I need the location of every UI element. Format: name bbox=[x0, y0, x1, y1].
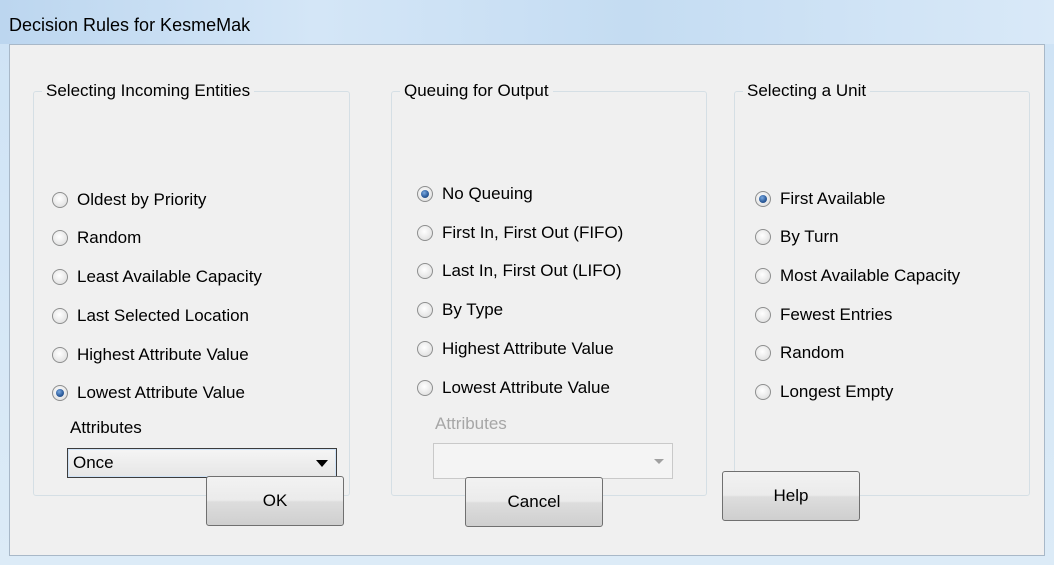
radio-by-turn[interactable]: By Turn bbox=[755, 225, 839, 249]
radio-no-queuing[interactable]: No Queuing bbox=[417, 182, 533, 206]
radio-label: Fewest Entries bbox=[780, 305, 893, 324]
help-button[interactable]: Help bbox=[722, 471, 860, 521]
radio-button[interactable] bbox=[755, 229, 771, 245]
radio-button[interactable] bbox=[755, 384, 771, 400]
radio-button[interactable] bbox=[52, 385, 68, 401]
radio-label: First Available bbox=[780, 189, 886, 208]
attributes-dropdown-value: Once bbox=[73, 453, 114, 472]
radio-button[interactable] bbox=[52, 192, 68, 208]
radio-label: Last In, First Out (LIFO) bbox=[442, 261, 622, 280]
attributes-label: Attributes bbox=[70, 418, 142, 437]
queuing-for-output-group: Queuing for Output No Queuing First In, … bbox=[391, 80, 707, 496]
queue-attributes-label: Attributes bbox=[435, 414, 507, 433]
radio-label: Highest Attribute Value bbox=[77, 345, 249, 364]
radio-button[interactable] bbox=[417, 302, 433, 318]
radio-fifo[interactable]: First In, First Out (FIFO) bbox=[417, 221, 623, 245]
radio-button[interactable] bbox=[755, 191, 771, 207]
radio-label: Random bbox=[780, 343, 845, 362]
radio-queue-lowest-attribute-value[interactable]: Lowest Attribute Value bbox=[417, 376, 610, 400]
selecting-a-unit-group: Selecting a Unit First Available By Turn… bbox=[734, 80, 1030, 496]
radio-label: No Queuing bbox=[442, 184, 533, 203]
radio-label: By Type bbox=[442, 300, 504, 319]
radio-longest-empty[interactable]: Longest Empty bbox=[755, 380, 893, 404]
attributes-dropdown[interactable]: Once bbox=[67, 448, 337, 478]
selecting-incoming-entities-group: Selecting Incoming Entities Oldest by Pr… bbox=[33, 80, 350, 496]
radio-button[interactable] bbox=[417, 341, 433, 357]
radio-lowest-attribute-value[interactable]: Lowest Attribute Value bbox=[52, 381, 245, 405]
radio-label: Longest Empty bbox=[780, 382, 894, 401]
radio-label: By Turn bbox=[780, 227, 839, 246]
cancel-button[interactable]: Cancel bbox=[465, 477, 603, 527]
dialog-body: Selecting Incoming Entities Oldest by Pr… bbox=[9, 44, 1045, 556]
radio-label: First In, First Out (FIFO) bbox=[442, 223, 624, 242]
radio-button[interactable] bbox=[417, 186, 433, 202]
ok-button[interactable]: OK bbox=[206, 476, 344, 526]
radio-least-available-capacity[interactable]: Least Available Capacity bbox=[52, 265, 262, 289]
radio-button[interactable] bbox=[755, 268, 771, 284]
radio-lifo[interactable]: Last In, First Out (LIFO) bbox=[417, 259, 621, 283]
title-bar: Decision Rules for KesmeMak bbox=[0, 0, 1054, 44]
radio-label: Lowest Attribute Value bbox=[442, 378, 610, 397]
radio-most-available-capacity[interactable]: Most Available Capacity bbox=[755, 264, 960, 288]
radio-label: Random bbox=[77, 228, 142, 247]
radio-label: Lowest Attribute Value bbox=[77, 383, 245, 402]
radio-label: Least Available Capacity bbox=[77, 267, 262, 286]
radio-button[interactable] bbox=[52, 347, 68, 363]
radio-fewest-entries[interactable]: Fewest Entries bbox=[755, 303, 892, 327]
radio-last-selected-location[interactable]: Last Selected Location bbox=[52, 304, 249, 328]
selecting-incoming-entities-label: Selecting Incoming Entities bbox=[42, 80, 255, 102]
radio-oldest-by-priority[interactable]: Oldest by Priority bbox=[52, 188, 206, 212]
window-title: Decision Rules for KesmeMak bbox=[9, 15, 251, 35]
radio-label: Oldest by Priority bbox=[77, 190, 207, 209]
radio-button[interactable] bbox=[417, 225, 433, 241]
radio-highest-attribute-value[interactable]: Highest Attribute Value bbox=[52, 343, 249, 367]
radio-unit-random[interactable]: Random bbox=[755, 341, 844, 365]
chevron-down-icon bbox=[654, 458, 664, 464]
radio-button[interactable] bbox=[417, 380, 433, 396]
chevron-down-icon bbox=[316, 459, 328, 467]
radio-random[interactable]: Random bbox=[52, 226, 141, 250]
radio-by-type[interactable]: By Type bbox=[417, 298, 503, 322]
radio-button[interactable] bbox=[52, 230, 68, 246]
queue-attributes-dropdown[interactable] bbox=[433, 443, 673, 479]
selecting-a-unit-label: Selecting a Unit bbox=[743, 80, 871, 102]
radio-button[interactable] bbox=[755, 345, 771, 361]
radio-button[interactable] bbox=[417, 263, 433, 279]
radio-queue-highest-attribute-value[interactable]: Highest Attribute Value bbox=[417, 337, 614, 361]
radio-label: Most Available Capacity bbox=[780, 266, 961, 285]
radio-label: Highest Attribute Value bbox=[442, 339, 614, 358]
radio-button[interactable] bbox=[755, 307, 771, 323]
radio-label: Last Selected Location bbox=[77, 306, 250, 325]
radio-button[interactable] bbox=[52, 308, 68, 324]
queuing-for-output-label: Queuing for Output bbox=[400, 80, 553, 102]
radio-first-available[interactable]: First Available bbox=[755, 187, 886, 211]
radio-button[interactable] bbox=[52, 269, 68, 285]
